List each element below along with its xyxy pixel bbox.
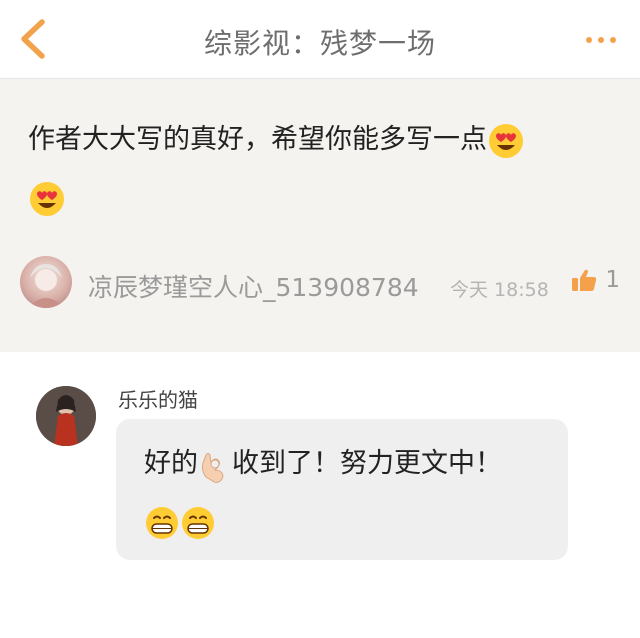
heart-eyes-emoji <box>489 123 523 158</box>
reply-author[interactable]: 乐乐的猫 <box>118 384 198 413</box>
reply-text: 好的 收到了！努力更文中！ <box>144 435 554 551</box>
reply-body-part2: 收到了！努力更文中！ <box>232 448 502 479</box>
thumbs-up-icon <box>572 269 597 291</box>
like-button[interactable]: 1 <box>571 267 620 293</box>
reply-section: 乐乐的猫 好的 收到了！努力更文中！ <box>0 352 640 638</box>
like-count: 1 <box>605 267 620 293</box>
more-dots-icon[interactable] <box>586 30 622 50</box>
commenter-name[interactable]: 凉辰梦瑾空人心_513908784 <box>88 268 419 304</box>
reply-body-part1: 好的 <box>144 448 198 479</box>
grinning-emoji <box>146 506 178 539</box>
comment-time: 今天 18:58 <box>450 279 549 301</box>
ok-hand-emoji <box>201 452 224 483</box>
comment-body: 作者大大写的真好，希望你能多写一点 <box>28 124 487 155</box>
avatar[interactable] <box>36 386 96 446</box>
comment-text: 作者大大写的真好，希望你能多写一点 <box>28 111 598 227</box>
top-bar: 综影视：残梦一场 <box>0 0 640 79</box>
heart-eyes-emoji <box>30 181 64 216</box>
grinning-emoji <box>182 506 214 539</box>
avatar[interactable] <box>20 256 72 308</box>
original-comment: 作者大大写的真好，希望你能多写一点 凉辰梦瑾空人心_513908784 今天 1… <box>0 79 640 352</box>
reply-bubble: 好的 收到了！努力更文中！ <box>116 419 568 560</box>
page-title: 综影视：残梦一场 <box>203 27 436 60</box>
